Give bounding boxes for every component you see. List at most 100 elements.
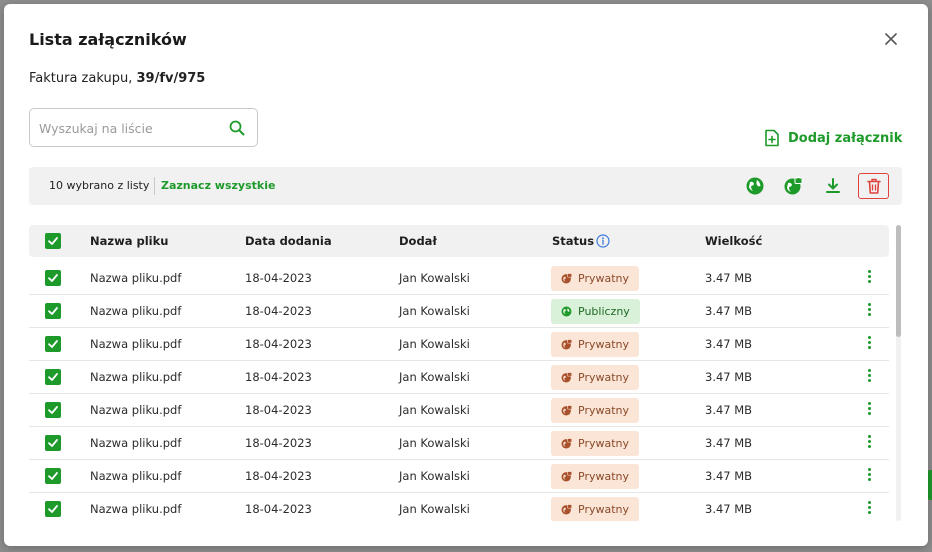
date-added: 18-04-2023: [245, 403, 312, 417]
table-row[interactable]: Nazwa pliku.pdf 18-04-2023 Jan Kowalski Pry…: [29, 328, 889, 361]
selection-toolbar: 10 wybrano z listy Zaznacz wszystkie: [29, 167, 902, 205]
added-by: Jan Kowalski: [399, 502, 470, 516]
checkmark-icon: [48, 237, 58, 245]
row-menu-icon[interactable]: [865, 468, 873, 484]
attachments-dialog: Lista załączników Faktura zakupu, 39/fv/…: [4, 4, 928, 546]
file-name[interactable]: Nazwa pliku.pdf: [90, 436, 181, 450]
file-name[interactable]: Nazwa pliku.pdf: [90, 502, 181, 516]
status-badge: Publiczny: [551, 299, 640, 324]
table-row[interactable]: Nazwa pliku.pdf 18-04-2023 Jan Kowalski Pry…: [29, 262, 889, 295]
date-added: 18-04-2023: [245, 304, 312, 318]
file-name[interactable]: Nazwa pliku.pdf: [90, 271, 181, 285]
column-header-added-by[interactable]: Dodał: [399, 234, 437, 248]
file-plus-icon: [765, 129, 779, 147]
row-checkbox[interactable]: [45, 435, 61, 451]
file-name[interactable]: Nazwa pliku.pdf: [90, 304, 181, 318]
globe-public-icon: [561, 306, 572, 317]
status-label: Prywatny: [578, 272, 630, 285]
status-badge: Prywatny: [551, 464, 640, 489]
column-header-name[interactable]: Nazwa pliku: [90, 234, 168, 248]
globe-public-icon[interactable]: [745, 176, 765, 196]
delete-selected-button[interactable]: [858, 173, 889, 199]
row-menu-icon[interactable]: [865, 270, 873, 286]
added-by: Jan Kowalski: [399, 304, 470, 318]
status-label: Prywatny: [578, 503, 630, 516]
file-size: 3.47 MB: [705, 337, 753, 351]
table-row[interactable]: Nazwa pliku.pdf 18-04-2023 Jan Kowalski Pub…: [29, 295, 889, 328]
toolbar-divider: [154, 177, 155, 195]
row-checkbox[interactable]: [45, 501, 61, 517]
status-badge: Prywatny: [551, 497, 640, 521]
selected-count: 10 wybrano z listy: [49, 179, 150, 192]
close-button[interactable]: [882, 30, 900, 48]
file-size: 3.47 MB: [705, 502, 753, 516]
dialog-title: Lista załączników: [29, 30, 187, 49]
file-name[interactable]: Nazwa pliku.pdf: [90, 370, 181, 384]
date-added: 18-04-2023: [245, 436, 312, 450]
row-checkbox[interactable]: [45, 468, 61, 484]
select-all-checkbox[interactable]: [45, 233, 61, 249]
row-checkbox[interactable]: [45, 369, 61, 385]
file-name[interactable]: Nazwa pliku.pdf: [90, 469, 181, 483]
date-added: 18-04-2023: [245, 370, 312, 384]
added-by: Jan Kowalski: [399, 436, 470, 450]
globe-private-icon: [561, 405, 572, 416]
globe-private-icon: [561, 471, 572, 482]
file-name[interactable]: Nazwa pliku.pdf: [90, 403, 181, 417]
table-scrollbar[interactable]: [896, 225, 901, 521]
row-checkbox[interactable]: [45, 402, 61, 418]
row-menu-icon[interactable]: [865, 402, 873, 418]
table-row[interactable]: Nazwa pliku.pdf 18-04-2023 Jan Kowalski Pry…: [29, 361, 889, 394]
download-icon[interactable]: [823, 176, 843, 196]
scrollbar-thumb[interactable]: [896, 225, 901, 337]
row-menu-icon[interactable]: [865, 435, 873, 451]
select-all-link[interactable]: Zaznacz wszystkie: [161, 179, 275, 192]
column-header-size[interactable]: Wielkość: [705, 234, 762, 248]
checkmark-icon: [48, 505, 58, 513]
checkmark-icon: [48, 274, 58, 282]
column-header-date[interactable]: Data dodania: [245, 234, 332, 248]
status-badge: Prywatny: [551, 365, 640, 390]
column-header-status[interactable]: Status: [552, 234, 594, 248]
status-badge: Prywatny: [551, 431, 640, 456]
checkmark-icon: [48, 406, 58, 414]
added-by: Jan Kowalski: [399, 370, 470, 384]
background-edge-accent: [928, 470, 932, 500]
info-icon[interactable]: [596, 234, 610, 248]
table-row[interactable]: Nazwa pliku.pdf 18-04-2023 Jan Kowalski Pry…: [29, 460, 889, 493]
date-added: 18-04-2023: [245, 337, 312, 351]
table-row[interactable]: Nazwa pliku.pdf 18-04-2023 Jan Kowalski Pry…: [29, 427, 889, 460]
globe-private-icon[interactable]: [783, 176, 803, 196]
file-size: 3.47 MB: [705, 436, 753, 450]
row-menu-icon[interactable]: [865, 336, 873, 352]
row-checkbox[interactable]: [45, 336, 61, 352]
subtitle-prefix: Faktura zakupu,: [29, 71, 137, 86]
row-menu-icon[interactable]: [865, 303, 873, 319]
search-icon[interactable]: [229, 120, 245, 136]
file-size: 3.47 MB: [705, 370, 753, 384]
add-attachment-button[interactable]: Dodaj załącznik: [764, 128, 902, 148]
file-size: 3.47 MB: [705, 271, 753, 285]
globe-private-icon: [561, 273, 572, 284]
row-menu-icon[interactable]: [865, 369, 873, 385]
row-checkbox[interactable]: [45, 303, 61, 319]
checkmark-icon: [48, 340, 58, 348]
added-by: Jan Kowalski: [399, 337, 470, 351]
file-size: 3.47 MB: [705, 469, 753, 483]
table-row[interactable]: Nazwa pliku.pdf 18-04-2023 Jan Kowalski Pry…: [29, 394, 889, 427]
globe-private-icon: [561, 438, 572, 449]
document-number: 39/fv/975: [136, 71, 206, 86]
date-added: 18-04-2023: [245, 502, 312, 516]
row-menu-icon[interactable]: [865, 501, 873, 517]
search-input[interactable]: [39, 118, 219, 138]
file-name[interactable]: Nazwa pliku.pdf: [90, 337, 181, 351]
table-row[interactable]: Nazwa pliku.pdf 18-04-2023 Jan Kowalski Pry…: [29, 493, 889, 521]
status-label: Prywatny: [578, 338, 630, 351]
status-label: Prywatny: [578, 470, 630, 483]
file-size: 3.47 MB: [705, 304, 753, 318]
added-by: Jan Kowalski: [399, 469, 470, 483]
file-size: 3.47 MB: [705, 403, 753, 417]
close-icon: [885, 33, 897, 45]
checkmark-icon: [48, 373, 58, 381]
row-checkbox[interactable]: [45, 270, 61, 286]
